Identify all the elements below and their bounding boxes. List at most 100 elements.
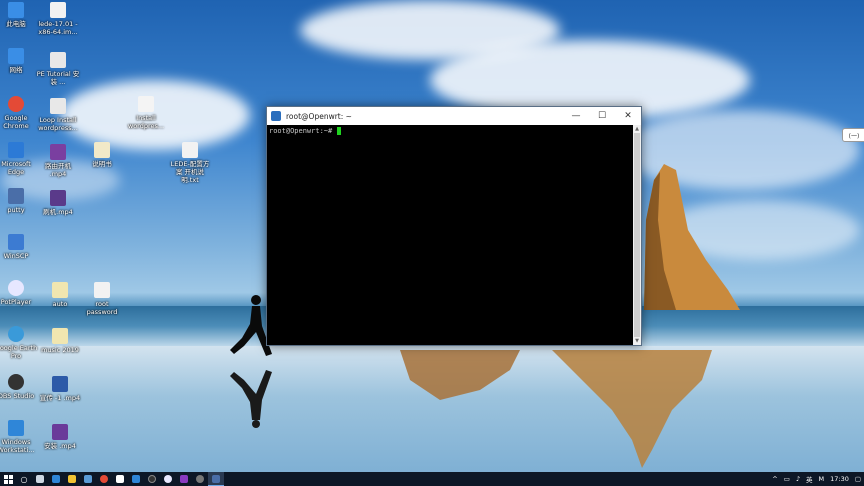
desktop-icon-network[interactable]: 网络 [0,48,36,74]
desktop-icon-lede-config[interactable]: LEDE-配置方案 开机说明.txt [170,142,210,184]
putty-icon [212,474,220,483]
edge-icon [132,475,140,483]
desktop-icon-potplayer[interactable]: PotPlayer [0,280,36,306]
desktop-icon-manual[interactable]: 说明书 [82,142,122,168]
desktop-icon-obs[interactable]: OBS Studio [0,374,36,400]
desktop-icon-auto[interactable]: auto [40,282,80,308]
volume-icon[interactable]: ♪ [796,475,800,483]
desktop-icon-chrome[interactable]: Google Chrome [0,96,36,130]
taskbar-app-taskview[interactable] [32,472,48,486]
desktop-icon-putty[interactable]: putty [0,188,36,214]
putty-terminal-window[interactable]: root@Openwrt: ~ — ☐ ✕ root@Openwrt:~# ▲ … [266,106,642,346]
putty-icon [271,111,281,121]
desktop-icon-edge[interactable]: Microsoft Edge [0,142,36,176]
video-file-icon [52,424,68,440]
desktop-icon-root-password[interactable]: root password [82,282,122,316]
notification-center-icon[interactable]: ▢ [855,475,861,483]
file-icon [138,96,154,112]
obs-icon [148,475,156,483]
edge-icon [52,475,60,483]
search-button[interactable]: ○ [16,472,32,486]
shell-prompt: root@Openwrt:~# [269,127,337,135]
video-file-icon [52,376,68,392]
tray-overflow-chevron-icon[interactable]: ^ [772,475,777,483]
putty-icon [8,188,24,204]
taskbar-app-edge-2[interactable] [128,472,144,486]
windows-logo-icon [3,474,13,484]
gear-icon [196,475,204,483]
runner-reflection [230,370,272,428]
network-icon[interactable]: ▭ [784,475,790,483]
google-earth-icon [8,326,24,342]
desktop-icon-music-2019[interactable]: music 2019 [40,328,80,354]
system-tray: ^ ▭ ♪ 英 M 17:30 ▢ [769,472,864,486]
winscp-icon [8,234,24,250]
vmware-icon [8,420,24,436]
file-icon [50,2,66,18]
rock-reflection-left [400,350,520,400]
file-icon [52,282,68,298]
store-icon [84,475,92,483]
desktop-icon-install-video[interactable]: 安装 .mp4 [40,424,80,450]
window-title: root@Openwrt: ~ [286,111,352,121]
side-popup-tab[interactable]: (一) [842,128,864,142]
folder-icon [52,328,68,344]
ime-mode-indicator[interactable]: M [819,475,825,483]
taskbar-app-potplayer[interactable] [160,472,176,486]
vertical-scrollbar[interactable]: ▲ ▼ [633,125,641,345]
close-button[interactable]: ✕ [615,107,641,125]
desktop-icon-promo-video[interactable]: 宣传 -1 .mp4 [40,376,80,402]
taskbar-app-putty[interactable] [208,472,224,486]
video-file-icon [50,190,66,206]
taskbar-app-explorer[interactable] [64,472,80,486]
media-player-icon [180,475,188,483]
taskbar: ○ ^ ▭ ♪ 英 M 17:30 ▢ [0,472,864,486]
text-file-icon [94,282,110,298]
ime-language-indicator[interactable]: 英 [806,474,813,484]
desktop-icon-router-video[interactable]: 路由开机 .mp4 [38,144,78,178]
chrome-icon [8,96,24,112]
edge-icon [8,142,24,158]
taskbar-app-media[interactable] [176,472,192,486]
minimize-button[interactable]: — [563,107,589,125]
rock-reflection [552,350,712,468]
rock-formation [644,164,740,310]
clock[interactable]: 17:30 [830,475,849,483]
maximize-button[interactable]: ☐ [589,107,615,125]
task-view-icon [36,475,44,483]
taskbar-app-store[interactable] [80,472,96,486]
video-file-icon [50,144,66,160]
desktop-icon-install-wordpress[interactable]: Install wordpres... [126,96,166,130]
desktop-icon-workstation[interactable]: Windows Workstati... [0,420,36,454]
network-icon [8,48,24,64]
taskbar-app-chrome[interactable] [96,472,112,486]
chrome-icon [100,475,108,483]
desktop-icon-lede-image[interactable]: lede-17.01 -x86-64.im... [38,2,78,36]
document-icon [94,142,110,158]
desktop-icon-flash-video[interactable]: 刷机.mp4 [38,190,78,216]
terminal-output[interactable]: root@Openwrt:~# [267,125,633,345]
taskbar-app-settings[interactable] [192,472,208,486]
taskbar-app-edge[interactable] [48,472,64,486]
window-titlebar[interactable]: root@Openwrt: ~ — ☐ ✕ [267,107,641,125]
desktop-icon-winscp[interactable]: WinSCP [0,234,36,260]
document-icon [50,52,66,68]
potplayer-icon [8,280,24,296]
text-file-icon [182,142,198,158]
document-icon [50,98,66,114]
potplayer-icon [164,475,172,483]
desktop-icon-this-pc[interactable]: 此电脑 [0,2,36,28]
desktop-icon-loop-install[interactable]: Loop Install wordpress... [38,98,78,132]
start-button[interactable] [0,472,16,486]
desktop-icon-google-earth[interactable]: Google Earth Pro [0,326,37,360]
scroll-up-arrow-icon[interactable]: ▲ [633,125,641,133]
text-cursor [337,127,342,135]
mail-icon [116,475,124,483]
desktop-icon-pe-tutorial[interactable]: PE Tutorial 安装 ... [37,52,79,86]
taskbar-app-mail[interactable] [112,472,128,486]
scroll-down-arrow-icon[interactable]: ▼ [633,337,641,345]
folder-icon [68,475,76,483]
taskbar-app-obs[interactable] [144,472,160,486]
computer-icon [8,2,24,18]
scrollbar-thumb[interactable] [634,133,640,337]
